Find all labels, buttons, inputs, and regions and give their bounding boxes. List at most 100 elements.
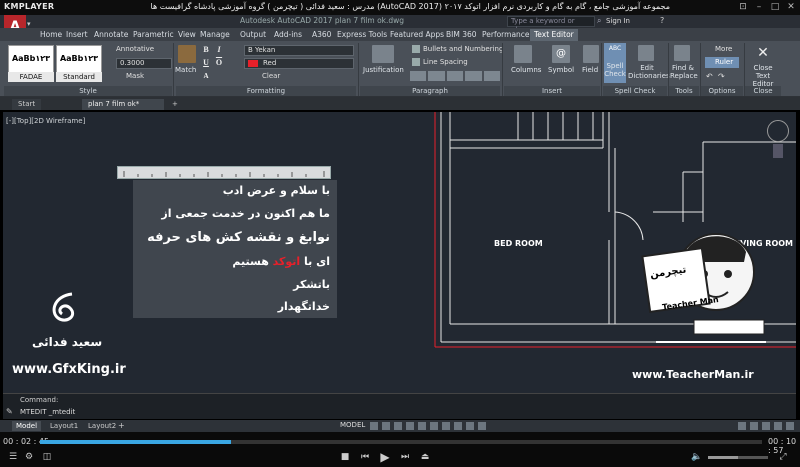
spell-check-button[interactable]: Spell Check xyxy=(604,62,626,78)
tab-text-editor[interactable]: Text Editor xyxy=(530,29,578,41)
tab-add-ins[interactable]: Add-ins xyxy=(274,29,302,41)
pin-icon[interactable]: ⊡ xyxy=(736,1,750,13)
case-button[interactable]: A xyxy=(201,71,211,81)
clean-screen-icon[interactable] xyxy=(774,422,782,430)
edit-dictionaries-button[interactable]: Edit Dictionaries xyxy=(628,64,670,80)
3d-osnap-icon[interactable] xyxy=(478,422,486,430)
find-replace-icon[interactable] xyxy=(674,45,690,61)
annotation-scale-icon[interactable] xyxy=(738,422,746,430)
columns-button[interactable]: Columns xyxy=(511,66,541,74)
workspace-gear-icon[interactable] xyxy=(750,422,758,430)
tab-insert[interactable]: Insert xyxy=(66,29,88,41)
command-input[interactable]: MTEDIT _mtedit xyxy=(20,408,320,418)
doc-tab-plan[interactable]: plan 7 film ok* xyxy=(82,99,164,110)
add-layout-icon[interactable]: + xyxy=(118,421,125,430)
italic-button[interactable]: I xyxy=(214,45,224,55)
redo-icon[interactable]: ↷ xyxy=(718,72,727,81)
play-icon[interactable]: ▶ xyxy=(378,451,392,463)
mtext-editor-box[interactable] xyxy=(133,180,337,318)
match-properties-icon[interactable] xyxy=(178,45,196,63)
symbol-icon[interactable]: @ xyxy=(552,45,570,63)
mtext-line[interactable]: باتشکر xyxy=(140,278,330,291)
font-dropdown[interactable]: B Yekan xyxy=(244,45,354,56)
ruler-button[interactable]: Ruler xyxy=(705,57,739,68)
line-spacing-button[interactable]: Line Spacing xyxy=(423,58,468,66)
text-style-fadae[interactable]: AaBb۱۲۳ xyxy=(8,45,54,74)
help-icon[interactable]: ? xyxy=(660,16,664,25)
dictionary-icon[interactable] xyxy=(638,45,654,61)
previous-icon[interactable]: ⏮ xyxy=(358,451,372,463)
close-icon[interactable]: ✕ xyxy=(784,1,798,13)
transparency-icon[interactable] xyxy=(454,422,462,430)
snap-icon[interactable] xyxy=(382,422,390,430)
justification-icon[interactable] xyxy=(372,45,394,63)
align-right-icon[interactable] xyxy=(446,71,464,81)
text-height-field[interactable]: 0.3000 xyxy=(116,58,172,69)
field-button[interactable]: Field xyxy=(582,66,598,74)
maximize-icon[interactable]: □ xyxy=(768,1,782,13)
columns-icon[interactable] xyxy=(514,45,532,63)
tab-annotate[interactable]: Annotate xyxy=(94,29,128,41)
doc-tab-start[interactable]: Start xyxy=(12,99,42,110)
search-input[interactable]: Type a keyword or phrase xyxy=(507,16,595,34)
mtext-line[interactable]: ما هم اکنون در خدمت جمعی از xyxy=(140,207,330,220)
minimize-icon[interactable]: – xyxy=(752,1,766,13)
eject-icon[interactable]: ⏏ xyxy=(418,451,432,463)
app-menu-chevron-icon[interactable]: ▾ xyxy=(27,20,31,28)
lineweight-icon[interactable] xyxy=(442,422,450,430)
viewport-controls[interactable]: [-][Top][2D Wireframe] xyxy=(6,117,85,125)
tab-view[interactable]: View xyxy=(178,29,196,41)
layout-tab-model[interactable]: Model xyxy=(12,421,42,431)
align-justify-icon[interactable] xyxy=(465,71,482,81)
osnap-icon[interactable] xyxy=(418,422,426,430)
next-icon[interactable]: ⏭ xyxy=(398,451,412,463)
grid-icon[interactable] xyxy=(370,422,378,430)
match-button[interactable]: Match xyxy=(175,66,196,74)
kmplayer-logo[interactable]: KMPLAYER xyxy=(4,2,54,11)
mask-button[interactable]: Mask xyxy=(126,72,144,80)
tab-parametric[interactable]: Parametric xyxy=(133,29,174,41)
3d-icon[interactable]: ◫ xyxy=(40,451,54,463)
align-center-icon[interactable] xyxy=(428,71,445,81)
command-settings-icon[interactable]: ✎ xyxy=(6,407,13,416)
settings-icon[interactable]: ⚙ xyxy=(22,451,36,463)
tab-output[interactable]: Output xyxy=(240,29,266,41)
isolate-objects-icon[interactable] xyxy=(762,422,770,430)
more-button[interactable]: More xyxy=(715,45,732,53)
tab-manage[interactable]: Manage xyxy=(200,29,230,41)
tab-performance[interactable]: Performance xyxy=(482,29,530,41)
tab-featured-apps[interactable]: Featured Apps xyxy=(390,29,444,41)
align-left-icon[interactable] xyxy=(410,71,427,81)
layout-tab-layout1[interactable]: Layout1 xyxy=(46,421,82,431)
text-style-standard[interactable]: AaBb۱۲۳ xyxy=(56,45,102,74)
compass-icon[interactable] xyxy=(767,120,789,142)
nav-bar-icon[interactable] xyxy=(773,144,783,158)
clear-button[interactable]: Clear xyxy=(262,72,280,80)
new-tab-icon[interactable]: + xyxy=(166,99,178,110)
undo-icon[interactable]: ↶ xyxy=(706,72,715,81)
color-dropdown[interactable]: Red xyxy=(244,58,354,69)
close-editor-icon[interactable]: ✕ xyxy=(755,45,771,61)
stop-icon[interactable]: ■ xyxy=(338,451,352,463)
search-icon[interactable]: ⌕ xyxy=(597,16,605,25)
ortho-icon[interactable] xyxy=(394,422,402,430)
otrack-icon[interactable] xyxy=(430,422,438,430)
model-space-button[interactable]: MODEL xyxy=(340,421,365,429)
symbol-button[interactable]: Symbol xyxy=(548,66,574,74)
tab-a360[interactable]: A360 xyxy=(312,29,331,41)
justification-button[interactable]: Justification xyxy=(363,66,404,74)
align-distribute-icon[interactable] xyxy=(483,71,501,81)
volume-icon[interactable]: 🔈 xyxy=(690,451,704,463)
bold-button[interactable]: B xyxy=(201,45,211,55)
text-editor-ruler[interactable] xyxy=(117,166,331,179)
selection-cycling-icon[interactable] xyxy=(466,422,474,430)
bullets-numbering-button[interactable]: Bullets and Numbering xyxy=(423,45,503,53)
layout-tab-layout2[interactable]: Layout2 xyxy=(84,421,120,431)
mtext-line[interactable]: خداتگهدار xyxy=(140,300,330,313)
customization-menu-icon[interactable] xyxy=(786,422,794,430)
mtext-line[interactable]: با سلام و عرض ادب xyxy=(140,184,330,197)
fullscreen-icon[interactable]: ⤢ xyxy=(776,451,790,463)
field-icon[interactable] xyxy=(583,45,599,63)
tab-bim360[interactable]: BIM 360 xyxy=(446,29,477,41)
view-cube[interactable] xyxy=(764,118,792,158)
